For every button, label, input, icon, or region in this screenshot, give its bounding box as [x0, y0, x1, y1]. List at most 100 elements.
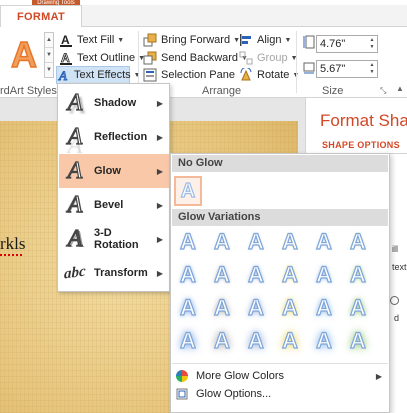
glow-swatch-glyph: A: [281, 261, 298, 287]
glow-variation-swatch[interactable]: A: [277, 228, 303, 255]
glow-variation-swatch[interactable]: A: [345, 228, 371, 255]
glow-swatch-glyph: A: [213, 294, 230, 320]
glow-variation-swatch[interactable]: A: [175, 327, 201, 354]
glow-swatch-glyph: A: [315, 261, 332, 287]
shape-width-field[interactable]: 5.67" ▲ ▼: [316, 60, 378, 78]
chevron-right-icon: ▶: [156, 166, 163, 176]
rotate-button[interactable]: Rotate▼: [238, 66, 299, 84]
glow-icon: A: [67, 157, 83, 184]
glow-variation-swatch[interactable]: A: [209, 294, 235, 321]
tab-format[interactable]: FORMAT: [0, 5, 82, 27]
gallery-down-icon[interactable]: ▼: [45, 48, 53, 63]
gallery-up-icon[interactable]: ▲: [45, 33, 53, 48]
wordart-style-gallery[interactable]: A: [4, 32, 44, 78]
glow-swatch-glyph: A: [315, 327, 332, 353]
glow-swatch-glyph: A: [315, 294, 332, 320]
glow-variation-swatch[interactable]: A: [345, 327, 371, 354]
chevron-down-icon: ▼: [117, 36, 125, 44]
glow-swatch-glyph: A: [179, 294, 196, 320]
glow-variation-swatch[interactable]: A: [243, 261, 269, 288]
selection-pane-button[interactable]: Selection Pane: [142, 66, 235, 84]
chevron-right-icon: ▶: [156, 234, 163, 244]
bring-forward-icon: [142, 33, 158, 47]
pane-radio[interactable]: [390, 296, 399, 305]
glow-variation-swatch[interactable]: A: [243, 228, 269, 255]
chevron-right-icon: ▶: [156, 132, 163, 142]
glow-variation-swatch[interactable]: A: [243, 294, 269, 321]
glow-variation-swatch[interactable]: A: [277, 261, 303, 288]
glow-swatch-glyph: A: [247, 327, 264, 353]
glow-variation-swatch[interactable]: A: [209, 228, 235, 255]
slide-text[interactable]: rkls: [0, 234, 26, 254]
glow-swatch-glyph: A: [349, 261, 366, 287]
gallery-scroll[interactable]: ▲ ▼ ▼: [44, 32, 54, 78]
glow-variation-swatch[interactable]: A: [311, 294, 337, 321]
send-backward-button[interactable]: Send Backward ▼: [142, 49, 248, 67]
glow-swatch-glyph: A: [281, 228, 298, 254]
menu-divider: [172, 363, 388, 364]
width-spinner[interactable]: ▲ ▼: [368, 62, 376, 76]
glow-variation-swatch[interactable]: A: [175, 294, 201, 321]
more-glow-colors-item[interactable]: More Glow Colors ▶: [172, 366, 388, 386]
size-dialog-launcher-icon[interactable]: ⤡: [380, 86, 386, 96]
glow-swatch-glyph: A: [281, 294, 298, 320]
no-glow-option[interactable]: A: [174, 176, 202, 206]
gallery-more-icon[interactable]: ▼: [45, 63, 53, 78]
glow-variation-swatch[interactable]: A: [345, 261, 371, 288]
group-separator: [296, 31, 297, 93]
text-outline-icon: A: [58, 51, 74, 65]
rotate-icon: [238, 68, 254, 82]
app-window: { "ribbon": { "contextual_label": "Drawi…: [0, 0, 407, 413]
text-effects-icon: A: [57, 68, 71, 82]
glow-variation-swatch[interactable]: A: [243, 327, 269, 354]
glow-swatch-glyph: A: [349, 228, 366, 254]
selection-pane-icon: [142, 68, 158, 82]
glow-variation-swatch[interactable]: A: [209, 261, 235, 288]
text-outline-button[interactable]: A Text Outline ▼: [58, 49, 145, 67]
svg-text:A: A: [58, 68, 67, 82]
glow-swatch-glyph: A: [179, 327, 196, 353]
glow-variation-swatch[interactable]: A: [175, 228, 201, 255]
chevron-right-icon: ▶: [156, 200, 163, 210]
menu-item-3d-rotation[interactable]: A 3-D Rotation ▶: [59, 222, 169, 256]
height-spinner[interactable]: ▲ ▼: [368, 37, 376, 51]
collapse-ribbon-icon[interactable]: ▲: [396, 84, 404, 93]
glow-variation-swatch[interactable]: A: [209, 327, 235, 354]
shape-height-field[interactable]: 4.76" ▲ ▼: [316, 35, 378, 53]
bring-forward-button[interactable]: Bring Forward ▼: [142, 31, 240, 49]
arrange-group-label: Arrange: [202, 85, 242, 97]
glow-variation-swatch[interactable]: A: [345, 294, 371, 321]
svg-text:A: A: [61, 51, 70, 65]
glow-variation-swatch[interactable]: A: [311, 228, 337, 255]
bevel-icon: A: [67, 191, 83, 218]
glow-variation-swatch[interactable]: A: [277, 294, 303, 321]
glow-swatch-glyph: A: [247, 228, 264, 254]
glow-variation-swatch[interactable]: A: [311, 327, 337, 354]
glow-variation-swatch[interactable]: A: [175, 261, 201, 288]
glow-swatch-glyph: A: [247, 261, 264, 287]
tab-shape-options[interactable]: SHAPE OPTIONS: [322, 140, 400, 150]
resize-grip[interactable]: ····: [271, 409, 286, 413]
menu-item-transform[interactable]: abc Transform ▶: [59, 256, 169, 290]
glow-options-item[interactable]: Glow Options...: [172, 384, 388, 404]
menu-item-bevel[interactable]: A Bevel ▶: [59, 188, 169, 222]
chevron-right-icon: ▶: [375, 371, 382, 381]
glow-variation-swatch[interactable]: A: [277, 327, 303, 354]
text-fill-button[interactable]: A Text Fill ▼: [58, 31, 124, 49]
color-palette-icon: [172, 370, 192, 382]
glow-swatch-glyph: A: [213, 327, 230, 353]
pane-option-label: d: [394, 313, 400, 323]
send-backward-icon: [142, 51, 158, 65]
pane-fill-label: ill: [392, 244, 398, 254]
glow-variation-swatch[interactable]: A: [311, 261, 337, 288]
menu-item-glow[interactable]: A Glow ▶: [59, 154, 169, 188]
align-button[interactable]: Align ▼: [238, 31, 291, 49]
menu-item-reflection[interactable]: A Reflection ▶: [59, 120, 169, 154]
spelling-underline: [0, 254, 24, 256]
size-group-label: Size: [322, 85, 344, 97]
shape-height-icon: [303, 35, 315, 52]
text-effects-button[interactable]: A Text Effects▼: [56, 66, 141, 84]
glow-swatch-glyph: A: [213, 228, 230, 254]
menu-item-shadow[interactable]: A Shadow ▶: [59, 86, 169, 120]
group-button[interactable]: Group ▼: [238, 49, 298, 67]
